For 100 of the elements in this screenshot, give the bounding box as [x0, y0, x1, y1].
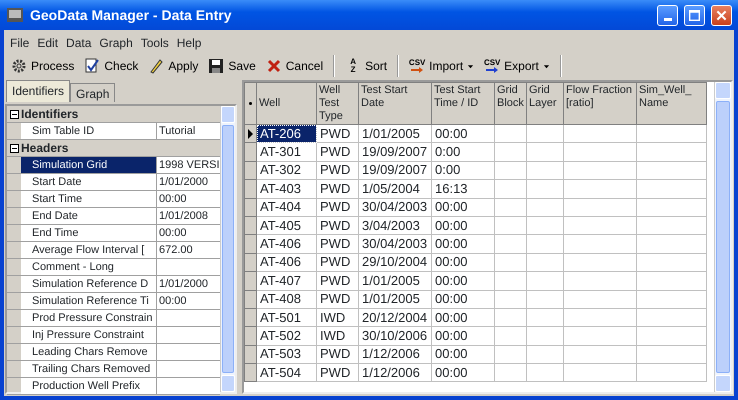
table-cell[interactable]: PWD — [316, 290, 358, 308]
column-header[interactable]: Grid Block — [494, 82, 526, 124]
table-cell[interactable]: 00:00 — [432, 216, 494, 235]
tab[interactable]: Graph — [70, 83, 116, 102]
table-cell[interactable]: 00:00 — [432, 345, 494, 364]
toolbar-button[interactable]: Check — [80, 55, 142, 77]
table-cell[interactable]: 00:00 — [432, 364, 494, 382]
menu-item[interactable]: Tools — [136, 33, 173, 52]
table-cell[interactable]: 19/09/2007 — [358, 142, 432, 162]
table-cell[interactable]: 1/01/2005 — [358, 124, 432, 143]
table-cell[interactable]: PWD — [316, 216, 358, 235]
toolbar-button[interactable]: Cancel — [262, 55, 328, 77]
value-field[interactable] — [157, 378, 220, 394]
table-cell[interactable]: AT-404 — [256, 198, 316, 216]
table-cell[interactable]: PWD — [316, 253, 358, 272]
table-cell[interactable]: AT-302 — [256, 161, 316, 180]
table-cell[interactable]: AT-406 — [256, 234, 316, 254]
table-cell[interactable]: 30/04/2003 — [358, 234, 432, 254]
property-name[interactable]: End Date — [21, 208, 157, 224]
table-cell[interactable]: 29/10/2004 — [358, 253, 432, 272]
table-cell[interactable]: PWD — [316, 180, 358, 198]
table-cell[interactable]: 0:00 — [432, 161, 494, 180]
menu-item[interactable]: Graph — [95, 33, 137, 52]
table-cell[interactable]: 1/01/2005 — [358, 272, 432, 290]
table-cell[interactable]: AT-407 — [256, 272, 316, 290]
maximize-button[interactable] — [684, 4, 705, 26]
table-cell[interactable]: 3/04/2003 — [358, 216, 432, 235]
row-selector[interactable] — [244, 124, 256, 143]
column-header[interactable]: Flow Fraction [ratio] — [564, 82, 636, 124]
property-name[interactable]: Leading Chars Remove — [21, 344, 157, 360]
table-cell[interactable]: IWD — [316, 326, 358, 346]
property-name[interactable]: Simulation Reference D — [21, 276, 157, 292]
table-cell[interactable]: 00:00 — [432, 308, 494, 327]
property-name[interactable]: Inj Pressure Constraint — [21, 327, 157, 343]
table-cell[interactable]: PWD — [316, 345, 358, 364]
toolbar-button[interactable]: CSV Import — [405, 55, 478, 77]
menu-item[interactable]: Edit — [33, 33, 62, 52]
table-cell[interactable]: PWD — [316, 142, 358, 162]
table-cell[interactable]: 00:00 — [432, 124, 494, 143]
property-value[interactable]: Tutorial — [157, 123, 220, 139]
value-field[interactable] — [157, 259, 220, 275]
table-cell[interactable]: 0:00 — [432, 142, 494, 162]
table-cell[interactable]: 20/12/2004 — [358, 308, 432, 327]
menu-item[interactable]: Data — [62, 33, 96, 52]
toolbar-button[interactable]: Apply — [144, 55, 202, 77]
property-name[interactable]: End Time — [21, 225, 157, 241]
value-field[interactable] — [157, 344, 220, 360]
collapse-icon[interactable] — [10, 144, 18, 152]
property-name[interactable]: Trailing Chars Removed — [21, 361, 157, 377]
property-name[interactable]: Start Time — [21, 191, 157, 207]
property-value[interactable]: 1/01/2000 — [157, 276, 220, 292]
tab[interactable]: Identifiers — [6, 80, 70, 102]
table-cell[interactable]: 00:00 — [432, 290, 494, 308]
table-cell[interactable]: AT-502 — [256, 326, 316, 346]
property-value[interactable]: 00:00 — [157, 191, 220, 207]
table-cell[interactable]: PWD — [316, 364, 358, 382]
property-name[interactable]: Simulation Reference Ti — [21, 293, 157, 309]
table-cell[interactable]: AT-504 — [256, 364, 316, 382]
property-name[interactable]: Prod Pressure Constrain — [21, 310, 157, 326]
menu-item[interactable]: Help — [172, 33, 206, 52]
toolbar-button[interactable]: Save — [204, 55, 260, 77]
table-cell[interactable]: AT-408 — [256, 290, 316, 308]
table-cell[interactable]: AT-503 — [256, 345, 316, 364]
table-cell[interactable]: 16:13 — [432, 180, 494, 198]
column-header[interactable]: Test Start Date — [358, 82, 432, 124]
column-header[interactable]: Grid Layer — [526, 82, 564, 124]
table-cell[interactable]: 00:00 — [432, 234, 494, 254]
table-cell[interactable]: 30/04/2003 — [358, 198, 432, 216]
vertical-scrollbar[interactable] — [714, 82, 731, 392]
table-cell[interactable]: 00:00 — [432, 326, 494, 346]
table-cell[interactable]: PWD — [316, 272, 358, 290]
property-name[interactable]: Average Flow Interval [ — [21, 242, 157, 258]
vertical-scrollbar[interactable] — [220, 106, 235, 392]
property-name[interactable]: Start Date — [21, 174, 157, 190]
table-cell[interactable]: IWD — [316, 308, 358, 327]
column-header[interactable]: Sim_Well_ Name — [636, 82, 706, 124]
close-button[interactable] — [711, 4, 732, 26]
table-cell[interactable]: 1/05/2004 — [358, 180, 432, 198]
table-cell[interactable]: 00:00 — [432, 198, 494, 216]
toolbar-button[interactable]: A Z Sort — [341, 55, 392, 77]
minimize-button[interactable] — [657, 4, 678, 26]
property-name[interactable]: Comment - Long — [21, 259, 157, 275]
property-value[interactable]: 1/01/2008 — [157, 208, 220, 224]
collapse-icon[interactable] — [10, 110, 18, 118]
column-header[interactable]: Test Start Time / ID — [432, 82, 494, 124]
value-field[interactable] — [157, 310, 220, 326]
property-value[interactable]: 00:00 — [157, 225, 220, 241]
property-value[interactable]: 1/01/2000 — [157, 174, 220, 190]
table-cell[interactable]: 30/10/2006 — [358, 326, 432, 346]
property-value[interactable]: 00:00 — [157, 293, 220, 309]
property-name[interactable]: Production Well Prefix — [21, 378, 157, 394]
property-name[interactable]: Sim Table ID — [21, 123, 157, 139]
table-cell[interactable]: 00:00 — [432, 272, 494, 290]
table-cell[interactable]: 1/12/2006 — [358, 345, 432, 364]
table-cell[interactable]: AT-301 — [256, 142, 316, 162]
table-cell[interactable]: AT-403 — [256, 180, 316, 198]
column-header[interactable]: Well Test Type — [316, 82, 358, 124]
table-cell[interactable]: PWD — [316, 161, 358, 180]
table-cell[interactable]: AT-206 — [256, 124, 316, 143]
value-field[interactable] — [157, 361, 220, 377]
